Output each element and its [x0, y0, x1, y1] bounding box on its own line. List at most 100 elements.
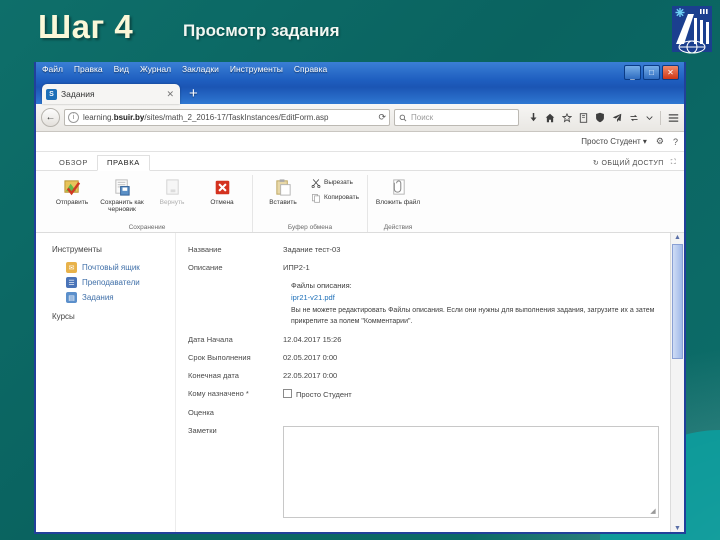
tab-close-icon[interactable]: ✕	[164, 89, 176, 100]
assigned-to-name: Просто Студент	[296, 390, 352, 399]
description-file-link[interactable]: ipr21-v21.pdf	[291, 293, 666, 302]
pocket-send-icon[interactable]	[612, 113, 622, 123]
copy-icon	[311, 192, 321, 203]
save-draft-label: Сохранить как черновик	[100, 199, 144, 214]
search-input[interactable]: Поиск	[394, 109, 519, 126]
address-bar[interactable]: i learning.bsuir.by/sites/math_2_2016-17…	[64, 109, 390, 126]
field-value-end-date: 22.05.2017 0:00	[283, 371, 338, 380]
tab-pravka[interactable]: ПРАВКА	[96, 155, 150, 171]
back-button[interactable]: ←	[41, 108, 60, 127]
field-row-notes: Заметки ◢	[188, 426, 666, 518]
field-label-grade: Оценка	[188, 408, 214, 417]
maximize-button[interactable]: □	[643, 65, 660, 80]
cut-button[interactable]: Вырезать	[308, 175, 362, 190]
maximize-icon: □	[649, 67, 654, 77]
cancel-button[interactable]: Отмена	[197, 175, 247, 206]
sharepoint-favicon-icon: S	[46, 88, 57, 100]
menu-item-help[interactable]: Справка	[294, 64, 327, 74]
scroll-up-icon[interactable]: ▲	[674, 233, 681, 242]
clipboard-small-buttons: Вырезать Копировать	[308, 175, 362, 205]
tasks-icon: ▤	[66, 292, 77, 303]
field-value-notes: ◢	[283, 426, 666, 518]
vertical-scrollbar[interactable]: ▲ ▼	[670, 233, 684, 532]
field-label-due-date: Срок Выполнения	[188, 353, 251, 362]
search-icon	[399, 114, 407, 121]
mailbox-icon: ✉	[66, 262, 77, 273]
revert-button[interactable]: Вернуть	[147, 175, 197, 206]
resize-grip-icon[interactable]: ◢	[649, 508, 657, 516]
attach-file-button[interactable]: Вложить файл	[373, 175, 423, 206]
paste-icon	[274, 176, 293, 198]
new-tab-button[interactable]: +	[189, 86, 198, 101]
sidebar-item-mailbox[interactable]: ✉ Почтовый ящик	[52, 260, 175, 275]
save-draft-button[interactable]: Сохранить как черновик	[97, 175, 147, 214]
cancel-icon	[214, 176, 231, 198]
scroll-down-icon[interactable]: ▼	[674, 524, 681, 532]
bookmark-star-icon[interactable]	[562, 112, 572, 123]
tab-obzor[interactable]: ОБЗОР	[50, 156, 97, 170]
attach-file-icon	[389, 176, 408, 198]
scrollbar-thumb[interactable]	[672, 244, 683, 359]
help-icon[interactable]: ?	[673, 137, 678, 147]
assigned-to-checkbox[interactable]	[283, 389, 292, 398]
menu-item-file[interactable]: Файл	[42, 64, 63, 74]
menu-item-bookmarks[interactable]: Закладки	[182, 64, 219, 74]
menu-item-edit[interactable]: Правка	[74, 64, 103, 74]
ribbon-group-actions: Вложить файл Действия	[368, 175, 428, 232]
hamburger-menu-icon[interactable]	[668, 113, 679, 123]
library-icon[interactable]	[579, 112, 588, 123]
url-domain: bsuir.by	[113, 113, 145, 122]
paste-button[interactable]: Вставить	[258, 175, 308, 206]
site-info-icon[interactable]: i	[68, 112, 79, 123]
download-icon[interactable]	[529, 112, 538, 123]
field-label-assigned-to: Кому назначено *	[188, 389, 249, 398]
minimize-button[interactable]: _	[624, 65, 641, 80]
page-subtitle: Просмотр задания	[183, 21, 340, 40]
gear-icon[interactable]: ⚙	[656, 136, 664, 147]
sync-icon[interactable]	[629, 113, 639, 123]
field-label-title: Название	[188, 245, 222, 254]
url-text: learning.bsuir.by/sites/math_2_2016-17/T…	[83, 113, 374, 122]
share-button[interactable]: ↻ ОБЩИЙ ДОСТУП	[593, 159, 664, 167]
sidebar-item-teachers[interactable]: ☰ Преподаватели	[52, 275, 175, 290]
browser-window: Файл Правка Вид Журнал Закладки Инструме…	[34, 62, 686, 534]
menu-item-view[interactable]: Вид	[114, 64, 129, 74]
user-menu[interactable]: Просто Студент ▾	[581, 137, 647, 146]
description-files-title: Файлы описания:	[291, 281, 352, 290]
page-title: Шаг 4	[38, 8, 134, 45]
share-icon: ↻	[592, 160, 600, 167]
ribbon-group-actions-items: Вложить файл	[373, 175, 423, 206]
copy-button[interactable]: Копировать	[308, 190, 362, 205]
menu-item-tools[interactable]: Инструменты	[230, 64, 283, 74]
field-label-description: Описание	[188, 263, 223, 272]
suite-bar: Просто Студент ▾ ⚙ ?	[36, 132, 684, 152]
close-icon: ✕	[667, 67, 674, 77]
copy-label: Копировать	[324, 194, 359, 202]
sidebar-item-tasks[interactable]: ▤ Задания	[52, 290, 175, 305]
menu-item-history[interactable]: Журнал	[140, 64, 171, 74]
toolbar-divider	[660, 110, 661, 125]
ribbon-tab-strip: ОБЗОР ПРАВКА ↻ ОБЩИЙ ДОСТУП ⛶	[36, 152, 684, 171]
notes-textarea[interactable]: ◢	[283, 426, 659, 518]
description-files-block: Файлы описания: ipr21-v21.pdf Вы не може…	[291, 281, 666, 327]
tab-zadaniya[interactable]: S Задания ✕	[42, 84, 180, 104]
shield-icon[interactable]	[595, 112, 605, 123]
nav-header-tools: Инструменты	[52, 245, 102, 254]
reload-icon[interactable]: ⟳	[374, 112, 386, 123]
field-value-start-date: 12.04.2017 15:26	[283, 335, 342, 344]
submit-button[interactable]: Отправить	[47, 175, 97, 206]
cancel-label: Отмена	[210, 199, 234, 206]
close-button[interactable]: ✕	[662, 65, 679, 80]
description-files-note: Вы не можете редактировать Файлы описани…	[291, 307, 655, 325]
home-icon[interactable]	[545, 113, 555, 123]
share-label: ОБЩИЙ ДОСТУП	[601, 160, 664, 167]
sidebar-item-label: Задания	[82, 293, 114, 302]
ribbon-group-actions-title: Действия	[383, 224, 413, 231]
field-label-end-date: Конечная дата	[188, 371, 239, 380]
cut-scissors-icon	[311, 177, 321, 188]
sidebar-item-label: Преподаватели	[82, 278, 140, 287]
ribbon-group-save-items: Отправить Сохранить как черновик Вернуть	[47, 175, 247, 214]
chevron-down-icon[interactable]	[646, 115, 653, 121]
focus-on-content-icon[interactable]: ⛶	[671, 159, 676, 167]
field-row-assigned-to: Кому назначено * Просто Студент	[188, 389, 666, 399]
